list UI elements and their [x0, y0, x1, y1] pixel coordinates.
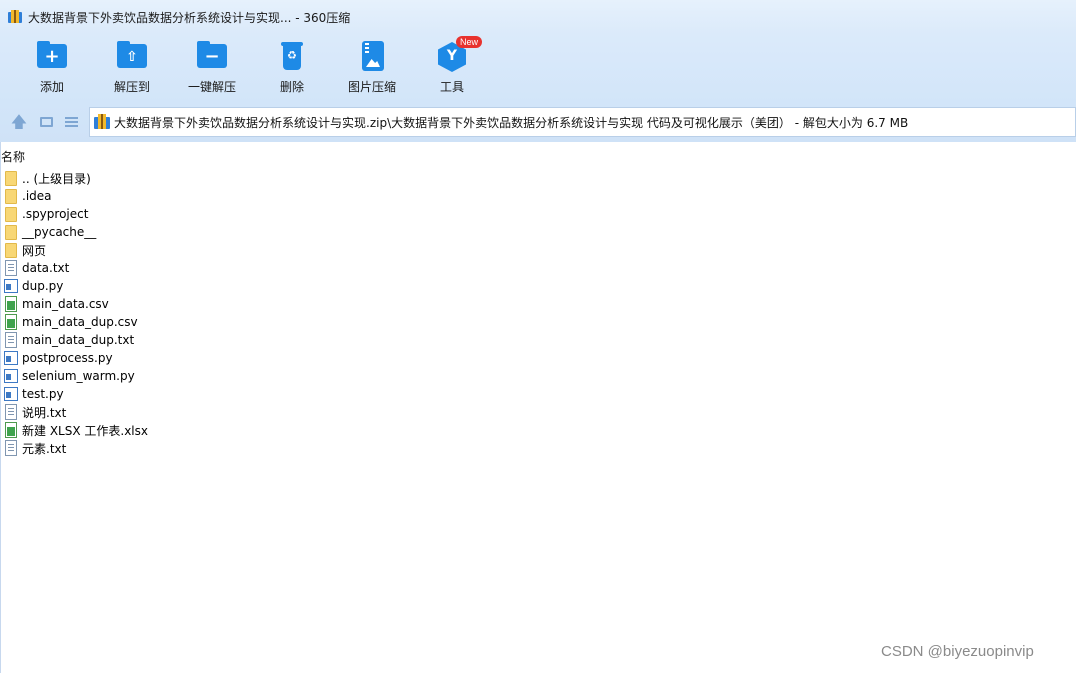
list-item[interactable]: .spyproject [4, 205, 404, 223]
address-bar[interactable]: 大数据背景下外卖饮品数据分析系统设计与实现.zip\大数据背景下外卖饮品数据分析… [89, 107, 1076, 137]
folder-icon [4, 224, 18, 240]
file-rows: .. (上级目录) .idea .spyproject __pycache__ 网页 da… [4, 169, 404, 457]
archive-app-icon [8, 10, 22, 24]
extract-folder-icon: ⇧ [116, 40, 148, 72]
one-click-extract-icon: − [196, 40, 228, 72]
file-name: __pycache__ [22, 225, 97, 239]
list-item[interactable]: postprocess.py [4, 349, 404, 367]
list-item[interactable]: main_data.csv [4, 295, 404, 313]
add-button[interactable]: + 添加 [12, 40, 92, 100]
toolbar: + 添加 ⇧ 解压到 − 一键解压 ♻ 删除 图片压缩 Y New 工具 [0, 34, 1076, 104]
file-name: selenium_warm.py [22, 369, 135, 383]
list-item[interactable]: test.py [4, 385, 404, 403]
address-path: 大数据背景下外卖饮品数据分析系统设计与实现.zip\大数据背景下外卖饮品数据分析… [114, 115, 909, 130]
python-file-icon [4, 386, 18, 402]
spreadsheet-file-icon [4, 422, 18, 438]
extract-to-label: 解压到 [113, 80, 150, 94]
one-click-extract-button[interactable]: − 一键解压 [172, 40, 252, 100]
python-file-icon [4, 278, 18, 294]
file-name: main_data_dup.csv [22, 315, 138, 329]
file-name: 新建 XLSX 工作表.xlsx [22, 423, 148, 438]
spreadsheet-file-icon [4, 296, 18, 312]
folder-icon [4, 170, 18, 186]
text-file-icon [4, 404, 18, 420]
recycle-bin-icon: ♻ [276, 40, 308, 72]
file-name: test.py [22, 387, 64, 401]
list-item[interactable]: __pycache__ [4, 223, 404, 241]
file-name: data.txt [22, 261, 70, 275]
list-item[interactable]: main_data_dup.txt [4, 331, 404, 349]
new-badge: New [456, 36, 482, 48]
spreadsheet-file-icon [4, 314, 18, 330]
tools-icon: Y New [436, 36, 482, 72]
list-item[interactable]: 新建 XLSX 工作表.xlsx [4, 421, 404, 439]
list-item[interactable]: .idea [4, 187, 404, 205]
archive-icon [94, 114, 110, 130]
list-item[interactable]: 元素.txt [4, 439, 404, 457]
file-name: .. (上级目录) [22, 171, 91, 186]
window-title: 大数据背景下外卖饮品数据分析系统设计与实现... - 360压缩 [28, 10, 351, 25]
file-list: 名称 .. (上级目录) .idea .spyproject __pycache__ 网… [0, 142, 1076, 673]
list-item[interactable]: 说明.txt [4, 403, 404, 421]
tools-button[interactable]: Y New 工具 [412, 36, 492, 100]
extract-to-button[interactable]: ⇧ 解压到 [92, 40, 172, 100]
list-view-icon[interactable] [63, 113, 81, 131]
app-window: 大数据背景下外卖饮品数据分析系统设计与实现... - 360压缩 + 添加 ⇧ … [0, 0, 1076, 673]
image-compress-button[interactable]: 图片压缩 [332, 40, 412, 100]
list-item[interactable]: main_data_dup.csv [4, 313, 404, 331]
image-compress-icon [356, 40, 388, 72]
file-name: .idea [22, 189, 52, 203]
file-name: main_data.csv [22, 297, 109, 311]
file-name: 元素.txt [22, 441, 67, 456]
tools-label: 工具 [439, 80, 464, 94]
python-file-icon [4, 350, 18, 366]
text-file-icon [4, 440, 18, 456]
add-label: 添加 [39, 80, 64, 94]
up-arrow-icon[interactable]: 🡅 [10, 113, 28, 131]
list-item[interactable]: selenium_warm.py [4, 367, 404, 385]
add-folder-icon: + [36, 40, 68, 72]
file-name: .spyproject [22, 207, 89, 221]
list-item[interactable]: 网页 [4, 241, 404, 259]
python-file-icon [4, 368, 18, 384]
file-name: 说明.txt [22, 405, 67, 420]
thumbnail-view-icon[interactable] [38, 113, 56, 131]
one-click-extract-label: 一键解压 [187, 80, 236, 94]
delete-button[interactable]: ♻ 删除 [252, 40, 332, 100]
delete-label: 删除 [279, 80, 304, 94]
file-name: main_data_dup.txt [22, 333, 135, 347]
folder-icon [4, 242, 18, 258]
navigation-bar: 🡅 大数据背景下外卖饮品数据分析系统设计与实现.zip\大数据背景下外卖饮品数据… [0, 104, 1076, 142]
file-name: postprocess.py [22, 351, 113, 365]
file-name: 网页 [22, 243, 47, 258]
list-item[interactable]: .. (上级目录) [4, 169, 404, 187]
image-compress-label: 图片压缩 [347, 80, 396, 94]
text-file-icon [4, 332, 18, 348]
file-name: dup.py [22, 279, 64, 293]
list-item[interactable]: dup.py [4, 277, 404, 295]
watermark: CSDN @biyezuopinvip [881, 643, 1034, 660]
folder-icon [4, 206, 18, 222]
text-file-icon [4, 260, 18, 276]
folder-icon [4, 188, 18, 204]
column-header-name[interactable]: 名称 [1, 148, 25, 164]
title-bar: 大数据背景下外卖饮品数据分析系统设计与实现... - 360压缩 [0, 0, 1076, 34]
list-item[interactable]: data.txt [4, 259, 404, 277]
